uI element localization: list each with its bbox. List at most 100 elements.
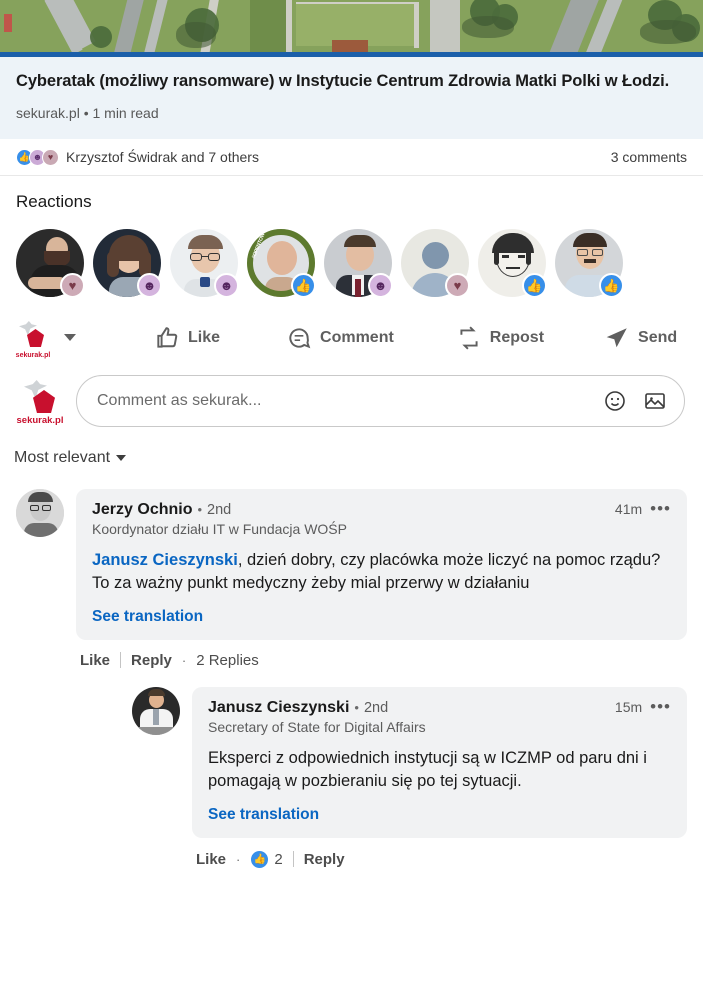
curious-icon: ☻ [368,272,393,298]
reactions-heading: Reactions [16,191,92,211]
aerial-photo-graphic [0,0,703,52]
curious-icon: ☻ [137,272,162,298]
comment-meta: 41m ••• [605,500,671,517]
comment-header: Jerzy Ochnio • 2nd 41m ••• [92,500,671,519]
repost-button[interactable]: Repost [456,325,544,351]
sekurak-avatar-text: sekurak.pl [16,414,64,426]
support-icon: ♥ [60,272,85,298]
avatar[interactable] [16,488,64,537]
linkedin-post-detail: Cyberatak (możliwy ransomware) w Instytu… [0,0,703,1000]
chevron-down-icon [116,454,127,461]
reply-actions: Like · 👍 2 Reply [192,838,687,869]
reply-thread: Janusz Cieszynski • 2nd 15m ••• Secretar… [76,686,687,869]
comment-button[interactable]: Comment [286,325,394,351]
comment-input-placeholder: Comment as sekurak... [97,391,262,409]
comment-item: Jerzy Ochnio • 2nd 41m ••• Koordynator d… [16,488,687,869]
separator-dot: · [181,652,187,668]
more-options-icon[interactable]: ••• [650,500,671,517]
reactor-avatar-row: ♥ ☻ ☻ #OPENTOWORK 👍 ☻ ♥ 👍 👍 [16,222,687,298]
comment-body: Jerzy Ochnio • 2nd 41m ••• Koordynator d… [76,488,687,869]
emoji-icon[interactable] [602,388,628,414]
reactor-avatar-4[interactable]: #OPENTOWORK 👍 [247,222,316,298]
reply-author-headline: Secretary of State for Digital Affairs [208,718,426,735]
comment-actions: Like Reply · 2 Replies [76,640,687,669]
see-translation-link[interactable]: See translation [92,608,203,626]
like-icon: 👍 [250,849,270,869]
reply-item: Janusz Cieszynski • 2nd 15m ••• Secretar… [132,686,687,869]
reaction-icon-group[interactable]: 👍 ☻ ♥ [16,148,59,166]
reply-bubble: Janusz Cieszynski • 2nd 15m ••• Secretar… [192,686,687,838]
comment-author-line[interactable]: Jerzy Ochnio • 2nd [92,501,231,519]
like-icon: 👍 [522,272,547,298]
comment-author-name[interactable]: Jerzy Ochnio [92,501,192,519]
reactor-names[interactable]: Krzysztof Świdrak and 7 others [66,149,259,165]
comments-list: Jerzy Ochnio • 2nd 41m ••• Koordynator d… [0,467,703,869]
comment-text: Janusz Cieszynski, dzień dobry, czy plac… [92,549,671,596]
comment-bubble-icon [289,328,311,349]
article-source-meta: sekurak.pl • 1 min read [16,104,159,121]
more-options-icon[interactable]: ••• [650,698,671,715]
comment-author-headline: Koordynator działu IT w Fundacja WOŚP [92,520,347,537]
comment-button-label: Comment [320,328,394,346]
reply-meta: 15m ••• [605,698,671,715]
post-action-bar: sekurak.pl Like Comment Repost Send [0,297,703,367]
comments-count[interactable]: 3 comments [611,149,687,165]
separator-dot: • [197,501,203,517]
comment-reply-button[interactable]: Reply [131,652,172,669]
reply-like-button[interactable]: Like [196,851,226,868]
comment-like-button[interactable]: Like [80,652,110,669]
reactor-avatar-7[interactable]: 👍 [478,228,547,298]
reactor-avatar-5[interactable]: ☻ [324,228,393,298]
reply-header: Janusz Cieszynski • 2nd 15m ••• [208,698,671,717]
repost-button-label: Repost [489,328,545,346]
reactions-section: Reactions ♥ ☻ ☻ #OPENTOWORK 👍 ☻ ♥ 👍 👍 [0,176,703,298]
mention-link[interactable]: Janusz Cieszynski [92,551,238,569]
reaction-selector[interactable]: sekurak.pl [14,319,76,359]
shared-article-card[interactable]: Cyberatak (możliwy ransomware) w Instytu… [0,0,703,139]
connection-degree: 2nd [207,501,232,518]
reply-like-count[interactable]: 👍 2 [250,849,283,869]
like-icon: 👍 [291,272,316,298]
comment-input[interactable]: Comment as sekurak... [76,374,685,427]
comment-sort-label: Most relevant [14,448,111,466]
reply-body: Janusz Cieszynski • 2nd 15m ••• Secretar… [192,686,687,869]
curious-icon: ☻ [214,272,239,298]
comment-replies-count[interactable]: 2 Replies [196,652,259,669]
send-button-label: Send [638,328,678,346]
reactor-avatar-8[interactable]: 👍 [555,228,624,298]
article-text-block: Cyberatak (możliwy ransomware) w Instytu… [0,57,703,139]
reply-reply-button[interactable]: Reply [304,851,345,868]
separator-dot: · [236,851,241,867]
avatar[interactable] [132,686,180,735]
like-icon: 👍 [599,272,624,298]
divider [120,652,122,669]
send-paper-plane-icon [606,328,627,348]
current-user-avatar[interactable]: sekurak.pl [16,377,64,426]
like-button-label: Like [188,328,221,346]
separator-dot: • [354,699,359,715]
reactor-avatar-3[interactable]: ☻ [170,228,239,298]
reply-author-line[interactable]: Janusz Cieszynski • 2nd [208,699,388,717]
reactor-avatar-1[interactable]: ♥ [16,228,85,298]
reply-like-number: 2 [274,850,283,868]
reactor-avatar-2[interactable]: ☻ [93,228,162,298]
sekurak-logo-text: sekurak.pl [15,351,51,359]
comment-sort-dropdown[interactable]: Most relevant [0,427,703,467]
reply-author-name[interactable]: Janusz Cieszynski [208,699,349,717]
divider [292,851,294,868]
like-button[interactable]: Like [154,325,220,351]
thumbs-up-icon [157,327,178,348]
see-translation-link[interactable]: See translation [208,806,319,824]
connection-degree: 2nd [363,699,389,716]
image-icon[interactable] [642,388,668,414]
comment-bubble: Jerzy Ochnio • 2nd 41m ••• Koordynator d… [76,488,687,640]
article-thumbnail-aerial[interactable] [0,0,703,52]
reply-timestamp: 15m [614,698,643,715]
reply-text: Eksperci z odpowiednich instytucji są w … [208,748,647,791]
reactor-avatar-6[interactable]: ♥ [401,228,470,298]
social-proof-left[interactable]: 👍 ☻ ♥ Krzysztof Świdrak and 7 others [16,148,259,166]
article-title: Cyberatak (możliwy ransomware) w Instytu… [16,72,670,90]
chevron-down-icon[interactable] [64,334,76,342]
repost-icon [460,326,478,350]
send-button[interactable]: Send [604,325,677,351]
